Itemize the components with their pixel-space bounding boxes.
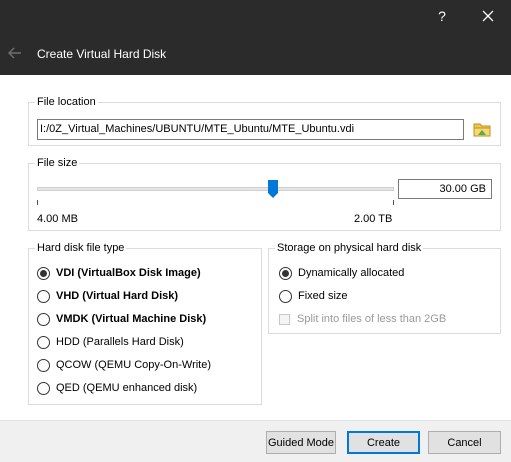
radio-qed-label: QED (QEMU enhanced disk) [56,382,198,394]
radio-vdi[interactable]: VDI (VirtualBox Disk Image) [37,265,201,281]
radio-qcow-indicator[interactable] [37,358,50,372]
back-arrow-icon [8,47,21,59]
disk-type-label: Hard disk file type [35,241,127,255]
help-icon: ? [438,8,446,24]
cancel-button[interactable]: Cancel [428,431,501,454]
window-title: Create Virtual Hard Disk [37,47,167,61]
radio-fixed-label: Fixed size [298,290,348,302]
guided-mode-button[interactable]: Guided Mode [266,431,336,454]
radio-hdd-indicator[interactable] [37,335,50,349]
radio-vdi-indicator[interactable] [37,266,50,280]
create-button[interactable]: Create [347,431,420,454]
radio-qcow[interactable]: QCOW (QEMU Copy-On-Write) [37,357,211,373]
dialog-footer: Guided Mode Create Cancel [0,420,511,462]
radio-vmdk[interactable]: VMDK (Virtual Machine Disk) [37,311,206,327]
back-button[interactable] [6,44,24,62]
size-min-label: 4.00 MB [37,213,78,225]
help-button[interactable]: ? [420,2,464,30]
split-files-option: Split into files of less than 2GB [279,311,446,327]
radio-dynamic-label: Dynamically allocated [298,267,405,279]
file-location-group: File location I:/0Z_Virtual_Machines/UBU… [28,95,501,146]
file-size-group: File size 30.00 GB 4.00 MB 2.00 TB [28,156,501,231]
split-files-label: Split into files of less than 2GB [297,313,447,325]
folder-browse-icon [473,123,491,137]
radio-fixed[interactable]: Fixed size [279,288,348,304]
split-files-checkbox [279,313,290,325]
size-slider-thumb[interactable] [267,180,278,198]
radio-qed-indicator[interactable] [37,381,50,395]
file-path-input[interactable]: I:/0Z_Virtual_Machines/UBUNTU/MTE_Ubuntu… [37,119,464,140]
size-max-label: 2.00 TB [354,213,393,225]
radio-vhd-label: VHD (Virtual Hard Disk) [56,290,179,302]
dialog-content: File location I:/0Z_Virtual_Machines/UBU… [0,75,511,420]
size-slider-track[interactable] [37,187,394,191]
radio-hdd[interactable]: HDD (Parallels Hard Disk) [37,334,184,350]
radio-qed[interactable]: QED (QEMU enhanced disk) [37,380,197,396]
radio-dynamic-indicator[interactable] [279,266,292,280]
radio-qcow-label: QCOW (QEMU Copy-On-Write) [56,359,212,371]
radio-vmdk-label: VMDK (Virtual Machine Disk) [56,313,207,325]
storage-group: Storage on physical hard disk Dynamicall… [268,241,501,334]
disk-type-group: Hard disk file type VDI (VirtualBox Disk… [28,241,262,405]
close-icon [482,10,494,22]
radio-vhd[interactable]: VHD (Virtual Hard Disk) [37,288,178,304]
file-size-label: File size [35,156,80,170]
size-value-input[interactable]: 30.00 GB [398,179,492,199]
slider-ticks [37,200,394,205]
radio-vdi-label: VDI (VirtualBox Disk Image) [56,267,201,279]
file-location-label: File location [35,95,98,109]
title-bar: ? Create Virtual Hard Disk [0,0,511,75]
radio-vmdk-indicator[interactable] [37,312,50,326]
radio-fixed-indicator[interactable] [279,289,292,303]
radio-vhd-indicator[interactable] [37,289,50,303]
storage-label: Storage on physical hard disk [275,241,424,255]
radio-hdd-label: HDD (Parallels Hard Disk) [56,336,184,348]
browse-folder-button[interactable] [472,119,492,139]
close-button[interactable] [466,2,510,30]
radio-dynamic[interactable]: Dynamically allocated [279,265,404,281]
